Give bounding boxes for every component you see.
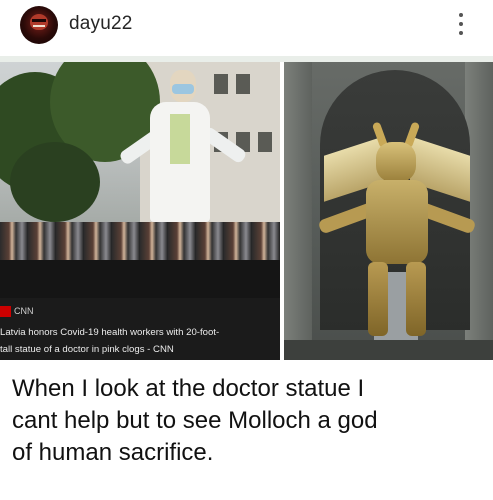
moloch-idol-image (284, 62, 493, 360)
news-headline: Latvia honors Covid-19 health workers wi… (0, 327, 220, 355)
username-link[interactable]: dayu22 (69, 13, 133, 35)
source-label: CNN (14, 306, 34, 316)
avatar[interactable] (20, 6, 58, 44)
statue-news-image: CNN Latvia honors Covid-19 health worker… (0, 62, 280, 360)
meme-caption: When I look at the doctor statue I cant … (12, 375, 378, 466)
cnn-logo-icon (0, 306, 11, 317)
post-header: dayu22 (0, 0, 493, 56)
more-vertical-icon[interactable] (456, 13, 466, 37)
statue-photo (0, 62, 280, 260)
avatar-icon (30, 14, 48, 30)
